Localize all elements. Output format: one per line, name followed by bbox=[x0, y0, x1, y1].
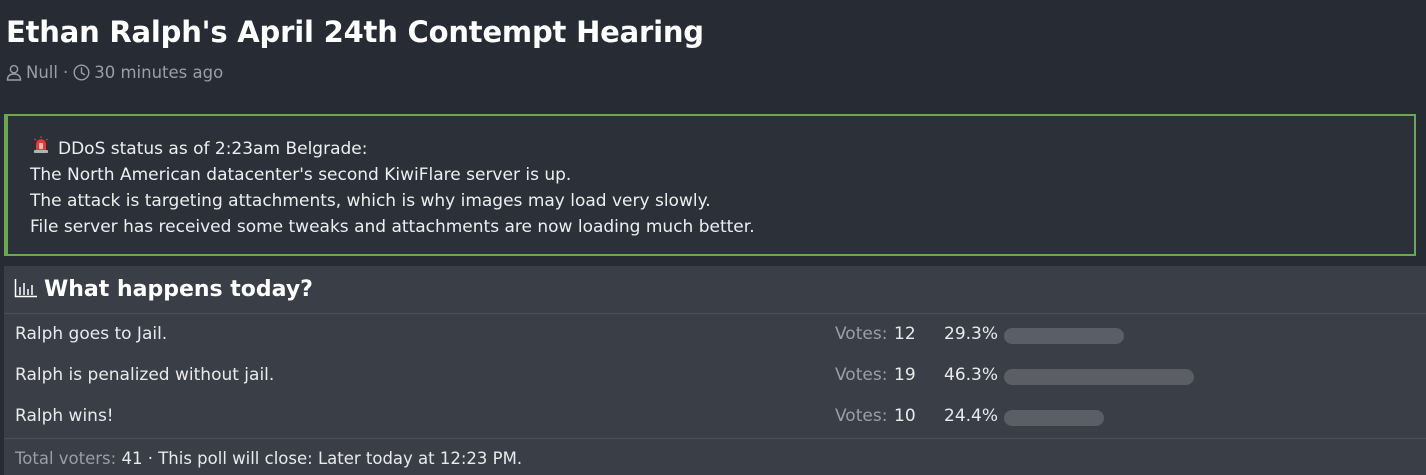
votes-count: 10 bbox=[894, 406, 916, 426]
poll-footer: Total voters: 41 · This poll will close:… bbox=[4, 439, 1426, 468]
notice-line: The North American datacenter's second K… bbox=[30, 165, 572, 185]
poll-close-text: This poll will close: Later today at 12:… bbox=[158, 449, 523, 468]
ddos-notice: DDoS status as of 2:23am Belgrade: The N… bbox=[4, 114, 1416, 256]
poll-block: What happens today? Ralph goes to Jail. … bbox=[4, 266, 1426, 475]
total-voters-count: 41 bbox=[121, 449, 143, 468]
thread-author[interactable]: Null bbox=[26, 63, 58, 82]
vote-bar-track bbox=[1004, 369, 1414, 385]
votes-label: Votes: bbox=[835, 324, 888, 344]
votes-count: 19 bbox=[894, 365, 916, 385]
poll-option-label: Ralph is penalized without jail. bbox=[15, 365, 275, 385]
vote-bar bbox=[1004, 369, 1194, 385]
footer-separator: · bbox=[147, 449, 153, 468]
notice-line: DDoS status as of 2:23am Belgrade: bbox=[58, 139, 368, 159]
bar-chart-icon bbox=[14, 278, 38, 302]
meta-separator: · bbox=[62, 62, 69, 82]
vote-bar bbox=[1004, 328, 1124, 344]
votes-label: Votes: bbox=[835, 406, 888, 426]
thread-meta: Null · 30 minutes ago bbox=[6, 60, 223, 84]
page: Ethan Ralph's April 24th Contempt Hearin… bbox=[0, 0, 1426, 475]
poll-option-label: Ralph wins! bbox=[15, 406, 114, 426]
vote-percent: 29.3% bbox=[944, 324, 999, 344]
thread-title: Ethan Ralph's April 24th Contempt Hearin… bbox=[6, 15, 704, 49]
votes-count: 12 bbox=[894, 324, 916, 344]
poll-option-label: Ralph goes to Jail. bbox=[15, 324, 168, 344]
poll-options: Ralph goes to Jail. Votes: 12 29.3% Ralp… bbox=[4, 314, 1426, 439]
votes-label: Votes: bbox=[835, 365, 888, 385]
vote-bar bbox=[1004, 410, 1104, 426]
user-icon bbox=[6, 64, 22, 81]
notice-line: File server has received some tweaks and… bbox=[30, 217, 755, 237]
vote-percent: 24.4% bbox=[944, 406, 999, 426]
vote-bar-track bbox=[1004, 410, 1414, 426]
vote-bar-track bbox=[1004, 328, 1414, 344]
poll-header: What happens today? bbox=[4, 266, 1426, 314]
total-voters-label: Total voters: bbox=[15, 449, 117, 468]
poll-option-row: Ralph goes to Jail. Votes: 12 29.3% bbox=[4, 315, 1426, 356]
siren-icon bbox=[32, 136, 50, 162]
vote-percent: 46.3% bbox=[944, 365, 999, 385]
poll-option-row: Ralph wins! Votes: 10 24.4% bbox=[4, 397, 1426, 438]
thread-time[interactable]: 30 minutes ago bbox=[94, 63, 223, 82]
poll-option-row: Ralph is penalized without jail. Votes: … bbox=[4, 356, 1426, 397]
notice-line: The attack is targeting attachments, whi… bbox=[30, 191, 711, 211]
clock-icon bbox=[73, 63, 90, 81]
poll-title: What happens today? bbox=[44, 277, 313, 302]
